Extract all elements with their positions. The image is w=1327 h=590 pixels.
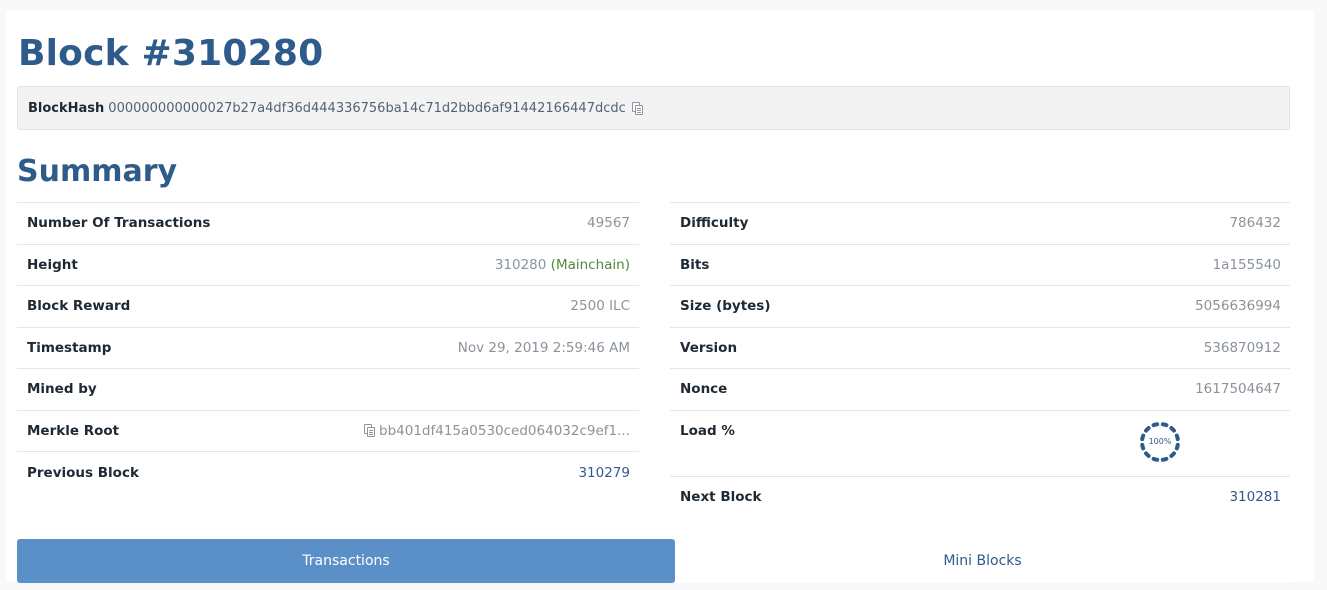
summary-row-previous-block: Previous Block 310279 bbox=[17, 452, 639, 494]
row-label: Previous Block bbox=[27, 464, 139, 481]
summary-table-left: Number Of Transactions 49567 Height 3102… bbox=[17, 202, 639, 494]
page-title: Block #310280 bbox=[18, 33, 324, 74]
row-value: 1617504647 bbox=[1195, 381, 1281, 398]
block-page: Block #310280 BlockHash 000000000000027b… bbox=[6, 10, 1314, 583]
row-label: Timestamp bbox=[27, 339, 112, 356]
summary-row-next-block: Next Block 310281 bbox=[670, 477, 1290, 519]
tab-transactions[interactable]: Transactions bbox=[17, 539, 675, 583]
block-hash-value[interactable]: 000000000000027b27a4df36d444336756ba14c7… bbox=[108, 101, 625, 116]
summary-row-mined-by: Mined by bbox=[17, 369, 639, 411]
merkle-root-value: bb401df415a0530ced064032c9ef1... bbox=[379, 422, 630, 439]
row-value: 1a155540 bbox=[1212, 256, 1281, 273]
merkle-root-value-wrap: bb401df415a0530ced064032c9ef1... bbox=[364, 423, 630, 439]
copy-icon[interactable] bbox=[364, 424, 375, 438]
summary-row-height: Height 310280 (Mainchain) bbox=[17, 245, 639, 286]
summary-table-right: Difficulty 786432 Bits 1a155540 Size (by… bbox=[670, 202, 1290, 518]
load-gauge-label: 100% bbox=[1148, 436, 1172, 446]
row-label: Size (bytes) bbox=[680, 298, 771, 315]
summary-row-size: Size (bytes) 5056636994 bbox=[670, 286, 1290, 328]
tab-mini-blocks[interactable]: Mini Blocks bbox=[675, 539, 1290, 583]
summary-row-nonce: Nonce 1617504647 bbox=[670, 369, 1290, 411]
summary-row-transactions: Number Of Transactions 49567 bbox=[17, 203, 639, 245]
row-value: 49567 bbox=[587, 215, 630, 232]
row-value: Nov 29, 2019 2:59:46 AM bbox=[457, 339, 630, 356]
summary-row-merkle-root: Merkle Root bb401df415a0530ced064032c9ef… bbox=[17, 411, 639, 452]
row-label: Nonce bbox=[680, 381, 728, 398]
summary-row-version: Version 536870912 bbox=[670, 328, 1290, 369]
row-value: 2500 ILC bbox=[570, 298, 630, 315]
row-value-height: 310280 (Mainchain) bbox=[495, 257, 630, 273]
summary-row-timestamp: Timestamp Nov 29, 2019 2:59:46 AM bbox=[17, 328, 639, 369]
load-gauge: 100% bbox=[1137, 419, 1183, 465]
copy-icon[interactable] bbox=[631, 101, 643, 115]
summary-row-load: Load % 100% bbox=[670, 411, 1290, 477]
next-block-link[interactable]: 310281 bbox=[1229, 489, 1281, 505]
summary-row-bits: Bits 1a155540 bbox=[670, 245, 1290, 286]
row-label: Mined by bbox=[27, 381, 97, 398]
row-label: Bits bbox=[680, 256, 710, 273]
block-hash-label: BlockHash bbox=[28, 100, 105, 116]
previous-block-link[interactable]: 310279 bbox=[578, 465, 630, 481]
row-label: Version bbox=[680, 339, 738, 356]
row-label: Merkle Root bbox=[27, 422, 120, 439]
summary-title: Summary bbox=[17, 154, 178, 189]
row-label: Next Block bbox=[680, 489, 762, 506]
row-label: Load % bbox=[680, 422, 735, 439]
summary-row-difficulty: Difficulty 786432 bbox=[670, 203, 1290, 245]
row-label: Difficulty bbox=[680, 215, 749, 232]
row-value: 5056636994 bbox=[1195, 298, 1281, 315]
row-value: 786432 bbox=[1229, 215, 1281, 232]
row-value: 536870912 bbox=[1203, 339, 1281, 356]
mainchain-badge: (Mainchain) bbox=[550, 256, 630, 273]
height-value: 310280 bbox=[494, 256, 547, 273]
row-label: Height bbox=[27, 256, 78, 273]
block-hash-bar: BlockHash 000000000000027b27a4df36d44433… bbox=[17, 86, 1290, 130]
row-label: Number Of Transactions bbox=[27, 215, 211, 232]
summary-row-block-reward: Block Reward 2500 ILC bbox=[17, 286, 639, 328]
row-label: Block Reward bbox=[27, 298, 131, 315]
